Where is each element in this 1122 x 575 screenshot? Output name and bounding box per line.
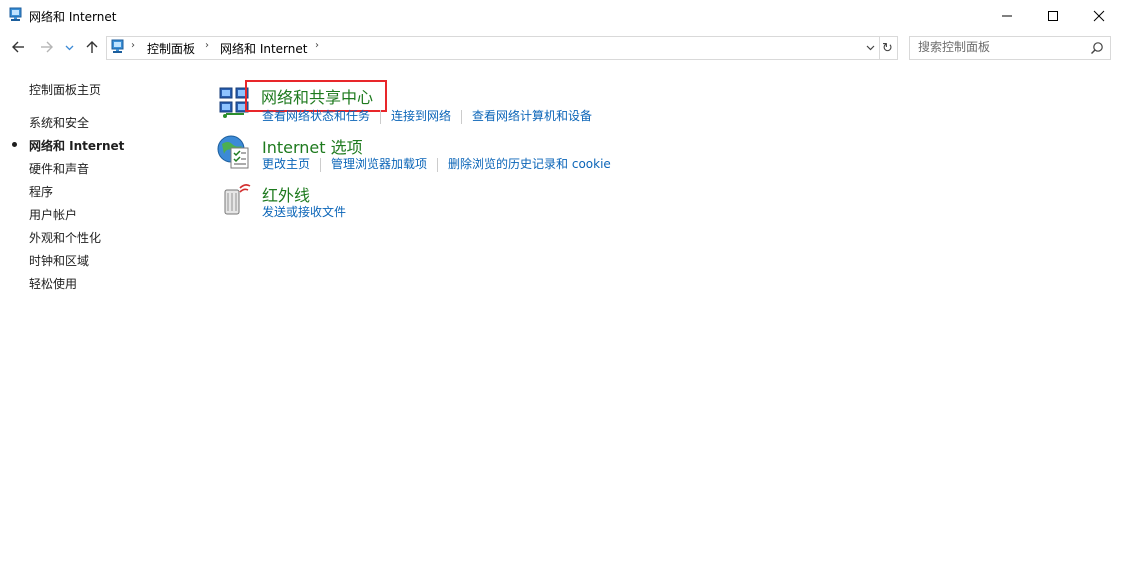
link-connect-to-network[interactable]: 连接到网络	[391, 109, 451, 123]
breadcrumb-separator-icon[interactable]: ›	[131, 40, 135, 51]
address-bar[interactable]: › 控制面板 › 网络和 Internet ›	[106, 36, 880, 60]
sidebar-item-appearance[interactable]: 外观和个性化	[29, 229, 101, 246]
link-manage-addons[interactable]: 管理浏览器加载项	[331, 157, 427, 171]
search-icon[interactable]	[1090, 41, 1104, 55]
internet-options-links: 更改主页 管理浏览器加载项 删除浏览的历史记录和 cookie	[262, 155, 611, 172]
link-view-network-status[interactable]: 查看网络状态和任务	[262, 109, 370, 123]
control-panel-network-icon	[9, 7, 22, 21]
minimize-button[interactable]	[984, 0, 1030, 31]
link-separator	[320, 157, 322, 172]
breadcrumb-control-panel[interactable]: 控制面板	[147, 40, 195, 57]
sidebar-item-user-accounts[interactable]: 用户帐户	[29, 206, 77, 223]
infrared-links: 发送或接收文件	[262, 203, 346, 220]
window-title: 网络和 Internet	[29, 10, 117, 24]
sidebar-item-ease-of-access[interactable]: 轻松使用	[29, 275, 77, 292]
address-dropdown-button[interactable]	[863, 39, 877, 55]
sidebar-item-network-internet[interactable]: 网络和 Internet	[29, 137, 124, 154]
sidebar-item-clock-region[interactable]: 时钟和区域	[29, 252, 89, 269]
close-icon	[1093, 10, 1105, 21]
search-box[interactable]	[909, 36, 1111, 60]
infrared-icon[interactable]	[216, 182, 252, 218]
selected-bullet-icon	[12, 142, 17, 147]
breadcrumb-network-internet[interactable]: 网络和 Internet	[220, 40, 307, 57]
refresh-button[interactable]: ↻	[878, 36, 898, 60]
maximize-button[interactable]	[1030, 0, 1076, 31]
chevron-down-icon	[866, 45, 874, 50]
link-view-network-computers[interactable]: 查看网络计算机和设备	[472, 109, 592, 123]
link-change-homepage[interactable]: 更改主页	[262, 157, 310, 171]
arrow-up-icon	[86, 41, 98, 53]
breadcrumb-separator-icon[interactable]: ›	[205, 40, 209, 51]
back-button[interactable]	[8, 37, 28, 57]
sidebar-item-programs[interactable]: 程序	[29, 183, 53, 200]
sidebar-item-hardware-sound[interactable]: 硬件和声音	[29, 160, 89, 177]
internet-options-icon[interactable]	[216, 134, 252, 170]
title-bar: 网络和 Internet	[0, 0, 1122, 31]
up-button[interactable]	[82, 37, 102, 57]
arrow-left-icon	[12, 41, 24, 53]
sidebar-item-control-panel-home[interactable]: 控制面板主页	[29, 81, 101, 98]
navigation-bar: › 控制面板 › 网络和 Internet › ↻	[0, 33, 1122, 61]
breadcrumb-separator-icon[interactable]: ›	[315, 40, 319, 51]
minimize-icon	[1002, 15, 1012, 16]
refresh-icon: ↻	[882, 40, 893, 56]
network-sharing-center-title[interactable]: 网络和共享中心	[244, 80, 388, 112]
link-separator	[437, 157, 439, 172]
link-separator	[461, 109, 463, 124]
forward-button[interactable]	[37, 37, 57, 57]
control-panel-network-icon	[111, 39, 124, 53]
link-separator	[380, 109, 382, 124]
maximize-icon	[1048, 10, 1058, 21]
sidebar-item-system-security[interactable]: 系统和安全	[29, 114, 89, 131]
close-button[interactable]	[1076, 0, 1122, 31]
link-delete-history[interactable]: 删除浏览的历史记录和 cookie	[448, 157, 611, 171]
network-sharing-center-links: 查看网络状态和任务 连接到网络 查看网络计算机和设备	[262, 107, 592, 124]
recent-locations-button[interactable]	[62, 37, 76, 57]
search-input[interactable]	[918, 39, 1083, 55]
arrow-right-icon	[41, 41, 53, 53]
chevron-down-icon	[65, 45, 73, 50]
link-send-receive-files[interactable]: 发送或接收文件	[262, 205, 346, 219]
